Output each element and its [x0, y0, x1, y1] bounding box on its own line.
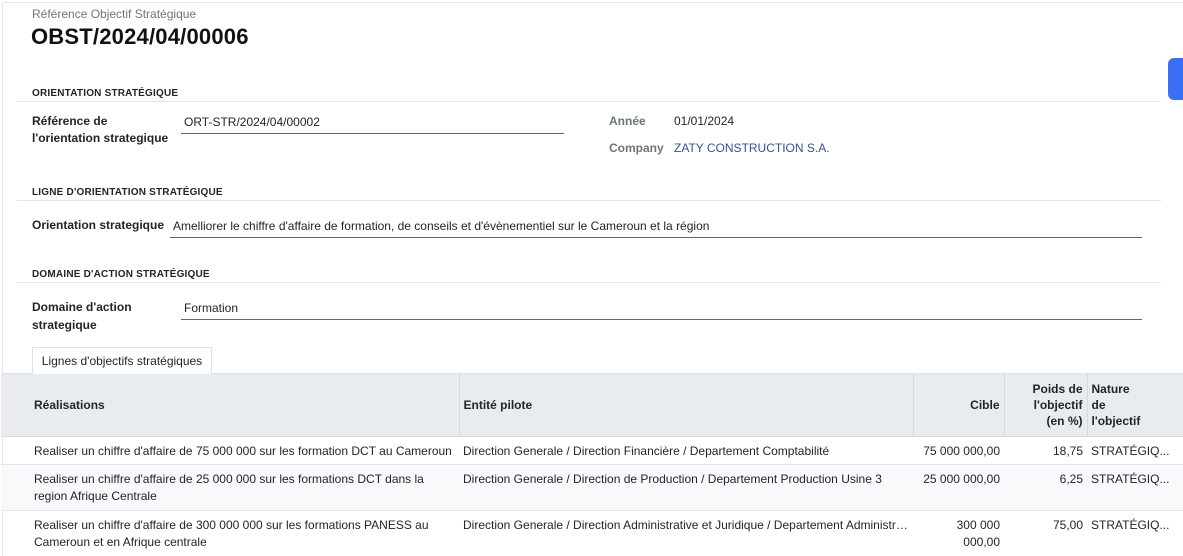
cell-cible: 75 000 000,00 — [913, 436, 1004, 465]
section-divider — [17, 282, 1161, 283]
section-divider — [17, 200, 1161, 201]
tab-lignes-objectifs[interactable]: Lignes d'objectifs stratégiques — [32, 347, 212, 374]
form-sheet: Référence Objectif Stratégique OBST/2024… — [1, 2, 1183, 556]
column-header-poids[interactable]: Poids de l'objectif (en %) — [1004, 374, 1088, 437]
orientation-strategique-label: Orientation strategique — [32, 218, 165, 232]
cell-nature: STRATÉGIQ... — [1087, 464, 1183, 511]
table-row[interactable]: Realiser un chiffre d'affaire de 300 000… — [1, 510, 1183, 556]
cell-entite-pilote: Direction Generale / Direction de Produc… — [459, 464, 913, 511]
cell-cible: 300 000 000,00 — [913, 510, 1004, 556]
section-title-ligne: LIGNE D'ORIENTATION STRATÉGIQUE — [32, 187, 223, 198]
cell-entite-pilote: Direction Generale / Direction Administr… — [459, 510, 913, 556]
year-value: 01/01/2024 — [674, 114, 735, 128]
company-link[interactable]: ZATY CONSTRUCTION S.A. — [674, 141, 830, 155]
cell-poids: 6,25 — [1004, 464, 1087, 511]
cell-nature: STRATÉGIQ... — [1087, 510, 1183, 556]
column-header-nature[interactable]: Nature de l'objectif — [1087, 374, 1183, 437]
objectives-table: Réalisations Entité pilote Cible Poids d… — [1, 374, 1183, 556]
cell-realisation: Realiser un chiffre d'affaire de 75 000 … — [1, 436, 459, 465]
cell-cible: 25 000 000,00 — [913, 464, 1004, 511]
orientation-ref-field[interactable]: ORT-STR/2024/04/00002 — [181, 114, 564, 134]
domaine-label: Domaine d'action strategique — [32, 300, 132, 332]
cell-entite-pilote: Direction Generale / Direction Financièr… — [459, 436, 913, 465]
company-label: Company — [609, 141, 664, 155]
column-header-realisations[interactable]: Réalisations — [1, 374, 460, 437]
section-divider — [17, 101, 1161, 102]
section-title-domaine: DOMAINE D'ACTION STRATÉGIQUE — [32, 269, 210, 280]
table-row[interactable]: Realiser un chiffre d'affaire de 25 000 … — [1, 464, 1183, 511]
cell-realisation: Realiser un chiffre d'affaire de 25 000 … — [1, 464, 459, 511]
year-label: Année — [609, 114, 646, 128]
table-row[interactable]: Realiser un chiffre d'affaire de 75 000 … — [1, 436, 1183, 465]
reference-label: Référence Objectif Stratégique — [32, 7, 197, 21]
domaine-field[interactable]: Formation — [181, 300, 1142, 320]
cell-nature: STRATÉGIQ... — [1087, 436, 1183, 465]
cell-poids: 18,75 — [1004, 436, 1087, 465]
cell-realisation: Realiser un chiffre d'affaire de 300 000… — [1, 510, 459, 556]
page-title: OBST/2024/04/00006 — [31, 24, 249, 49]
cell-poids: 75,00 — [1004, 510, 1087, 556]
section-title-orientation: ORIENTATION STRATÉGIQUE — [32, 88, 179, 99]
orientation-strategique-field[interactable]: Amelliorer le chiffre d'affaire de forma… — [170, 218, 1142, 238]
orientation-ref-label: Référence de l'orientation strategique — [32, 114, 169, 145]
side-panel-toggle[interactable] — [1168, 58, 1183, 100]
column-header-cible[interactable]: Cible — [913, 374, 1005, 437]
column-header-entite-pilote[interactable]: Entité pilote — [459, 374, 914, 437]
